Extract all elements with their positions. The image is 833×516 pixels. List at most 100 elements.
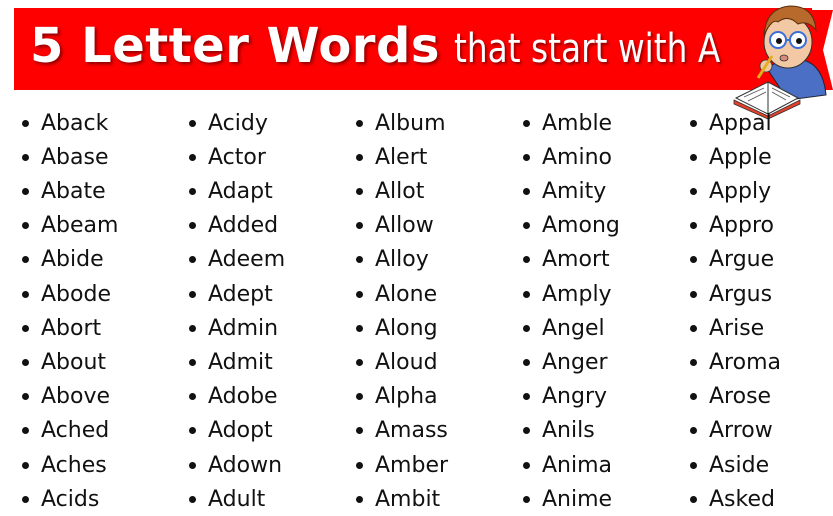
word-text: Adopt (208, 418, 273, 444)
word-text: Amort (542, 247, 610, 273)
bullet-icon (690, 187, 697, 195)
word-text: Amass (375, 418, 448, 444)
bullet-icon (22, 495, 29, 503)
list-item: Abase (22, 140, 109, 174)
list-item: Abeam (22, 209, 118, 243)
list-item: Adown (189, 448, 282, 482)
word-text: Admin (208, 315, 279, 341)
list-item: Ambit (356, 482, 440, 516)
bullet-icon (356, 153, 363, 161)
word-text: Aches (41, 452, 107, 478)
bullet-icon (523, 358, 530, 366)
bullet-icon (356, 119, 363, 127)
word-text: Amino (542, 144, 612, 170)
list-item: Apply (690, 174, 771, 208)
word-text: Apply (709, 178, 772, 204)
list-item: Argus (690, 277, 772, 311)
list-item: About (22, 345, 106, 379)
bullet-icon (356, 222, 363, 230)
bullet-icon (523, 393, 530, 401)
word-text: Alert (375, 144, 428, 170)
word-text: Ached (41, 418, 110, 444)
list-item: Alone (356, 277, 437, 311)
word-text: Abase (41, 144, 109, 170)
bullet-icon (523, 290, 530, 298)
bullet-icon (523, 222, 530, 230)
list-item: Aches (22, 448, 107, 482)
bullet-icon (523, 256, 530, 264)
list-item: Adapt (189, 174, 273, 208)
bullet-icon (690, 119, 697, 127)
bullet-icon (189, 393, 196, 401)
page-title: 5 Letter Words that start with A (30, 18, 779, 88)
bullet-icon (22, 256, 29, 264)
word-text: Anger (542, 349, 608, 375)
word-text: Arrow (709, 418, 773, 444)
word-text: Anima (542, 452, 613, 478)
list-item: Along (356, 311, 438, 345)
word-text: Adown (208, 452, 283, 478)
bullet-icon (189, 222, 196, 230)
word-text: Alone (375, 281, 438, 307)
bullet-icon (22, 324, 29, 332)
bullet-icon (22, 222, 29, 230)
list-item: Alpha (356, 380, 438, 414)
bullet-icon (356, 393, 363, 401)
bullet-icon (523, 461, 530, 469)
list-item: Acidy (189, 106, 268, 140)
list-item: Album (356, 106, 446, 140)
list-item: Arise (690, 311, 764, 345)
list-item: Alloy (356, 243, 429, 277)
bullet-icon (189, 427, 196, 435)
bullet-icon (356, 324, 363, 332)
bullet-icon (356, 358, 363, 366)
bullet-icon (189, 187, 196, 195)
list-item: Allow (356, 209, 434, 243)
word-text: Acids (41, 486, 100, 512)
list-item: Adobe (189, 380, 278, 414)
word-text: Album (375, 110, 446, 136)
word-text: Added (208, 213, 279, 239)
bullet-icon (356, 495, 363, 503)
word-text: Arise (709, 315, 765, 341)
word-text: Among (542, 213, 620, 239)
bullet-icon (690, 393, 697, 401)
bullet-icon (690, 358, 697, 366)
bullet-icon (523, 495, 530, 503)
bullet-icon (356, 290, 363, 298)
bullet-icon (523, 119, 530, 127)
list-item: Adult (189, 482, 265, 516)
list-item: Amort (523, 243, 610, 277)
word-text: Asked (709, 486, 775, 512)
word-text: Amply (542, 281, 612, 307)
word-text: Amity (542, 178, 607, 204)
list-item: Adept (189, 277, 273, 311)
title-light-text: that start with A (453, 26, 721, 72)
word-text: Aloud (375, 349, 438, 375)
bullet-icon (189, 256, 196, 264)
list-item: Aroma (690, 345, 781, 379)
bullet-icon (523, 324, 530, 332)
list-item: Aback (22, 106, 108, 140)
bullet-icon (690, 324, 697, 332)
bullet-icon (189, 495, 196, 503)
list-item: Among (523, 209, 620, 243)
bullet-icon (690, 495, 697, 503)
list-item: Appro (690, 209, 774, 243)
bullet-icon (189, 461, 196, 469)
word-text: Alloy (375, 247, 429, 273)
bullet-icon (356, 256, 363, 264)
bullet-icon (22, 358, 29, 366)
list-item: Angel (523, 311, 605, 345)
word-text: Along (375, 315, 438, 341)
list-item: Angry (523, 380, 607, 414)
word-text: Anime (542, 486, 613, 512)
word-text: Above (41, 384, 111, 410)
bullet-icon (22, 153, 29, 161)
bullet-icon (22, 187, 29, 195)
student-mascot-icon (733, 5, 833, 120)
bullet-icon (189, 358, 196, 366)
bullet-icon (356, 187, 363, 195)
word-text: Allot (375, 178, 425, 204)
word-text: Adult (208, 486, 266, 512)
